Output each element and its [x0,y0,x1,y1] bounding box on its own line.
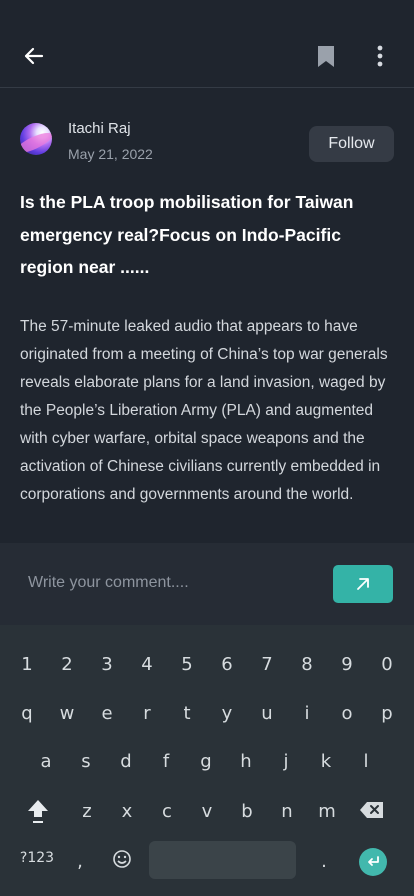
enter-icon[interactable] [359,848,387,876]
post-date: May 21, 2022 [68,146,153,162]
number-key-3[interactable]: 3 [87,644,127,684]
letter-key-d[interactable]: d [106,741,146,781]
number-key-6[interactable]: 6 [207,644,247,684]
letter-key-m[interactable]: m [307,791,347,831]
letter-key-x[interactable]: x [107,791,147,831]
shift-icon[interactable] [18,791,58,831]
letter-key-w[interactable]: w [47,693,87,733]
letter-key-n[interactable]: n [267,791,307,831]
letter-key-r[interactable]: r [127,693,167,733]
letter-key-i[interactable]: i [287,693,327,733]
number-key-7[interactable]: 7 [247,644,287,684]
top-app-bar [0,0,414,88]
on-screen-keyboard: 1234567890 qwertyuiop asdfghjkl zxcvbnm ?12… [0,625,414,896]
letter-key-t[interactable]: t [167,693,207,733]
space-key[interactable] [149,841,296,879]
letter-key-h[interactable]: h [226,741,266,781]
number-key-2[interactable]: 2 [47,644,87,684]
follow-button[interactable]: Follow [309,126,394,162]
arrow-left-icon[interactable] [18,40,50,72]
number-key-5[interactable]: 5 [167,644,207,684]
number-key-8[interactable]: 8 [287,644,327,684]
letter-key-v[interactable]: v [187,791,227,831]
letter-key-a[interactable]: a [26,741,66,781]
symbols-key[interactable]: ?123 [17,838,57,878]
comment-input[interactable] [28,568,308,598]
arrow-up-right-icon [357,578,369,590]
emoji-icon[interactable] [102,839,142,879]
letter-key-q[interactable]: q [7,693,47,733]
letter-key-l[interactable]: l [346,741,386,781]
letter-key-f[interactable]: f [146,741,186,781]
bookmark-icon[interactable] [310,40,342,72]
more-vertical-icon[interactable] [364,40,396,72]
letter-key-j[interactable]: j [266,741,306,781]
letter-key-e[interactable]: e [87,693,127,733]
letter-key-k[interactable]: k [306,741,346,781]
article-body: The 57-minute leaked audio that appears … [20,318,388,503]
number-key-1[interactable]: 1 [7,644,47,684]
send-comment-button[interactable] [333,565,393,603]
letter-key-c[interactable]: c [147,791,187,831]
article-headline: Is the PLA troop mobilisation for Taiwan… [20,192,354,277]
comma-key[interactable]: , [60,841,100,881]
letter-key-s[interactable]: s [66,741,106,781]
letter-key-z[interactable]: z [67,791,107,831]
letter-key-u[interactable]: u [247,693,287,733]
author-name[interactable]: Itachi Raj [68,120,131,137]
comment-bar [0,543,414,625]
number-key-9[interactable]: 9 [327,644,367,684]
letter-key-b[interactable]: b [227,791,267,831]
letter-key-y[interactable]: y [207,693,247,733]
letter-key-p[interactable]: p [367,693,407,733]
number-key-0[interactable]: 0 [367,644,407,684]
period-key[interactable]: . [304,841,344,881]
letter-key-o[interactable]: o [327,693,367,733]
avatar[interactable] [20,123,52,155]
backspace-icon[interactable] [352,790,392,830]
number-key-4[interactable]: 4 [127,644,167,684]
letter-key-g[interactable]: g [186,741,226,781]
author-row: Itachi Raj May 21, 2022 Follow [20,116,396,166]
